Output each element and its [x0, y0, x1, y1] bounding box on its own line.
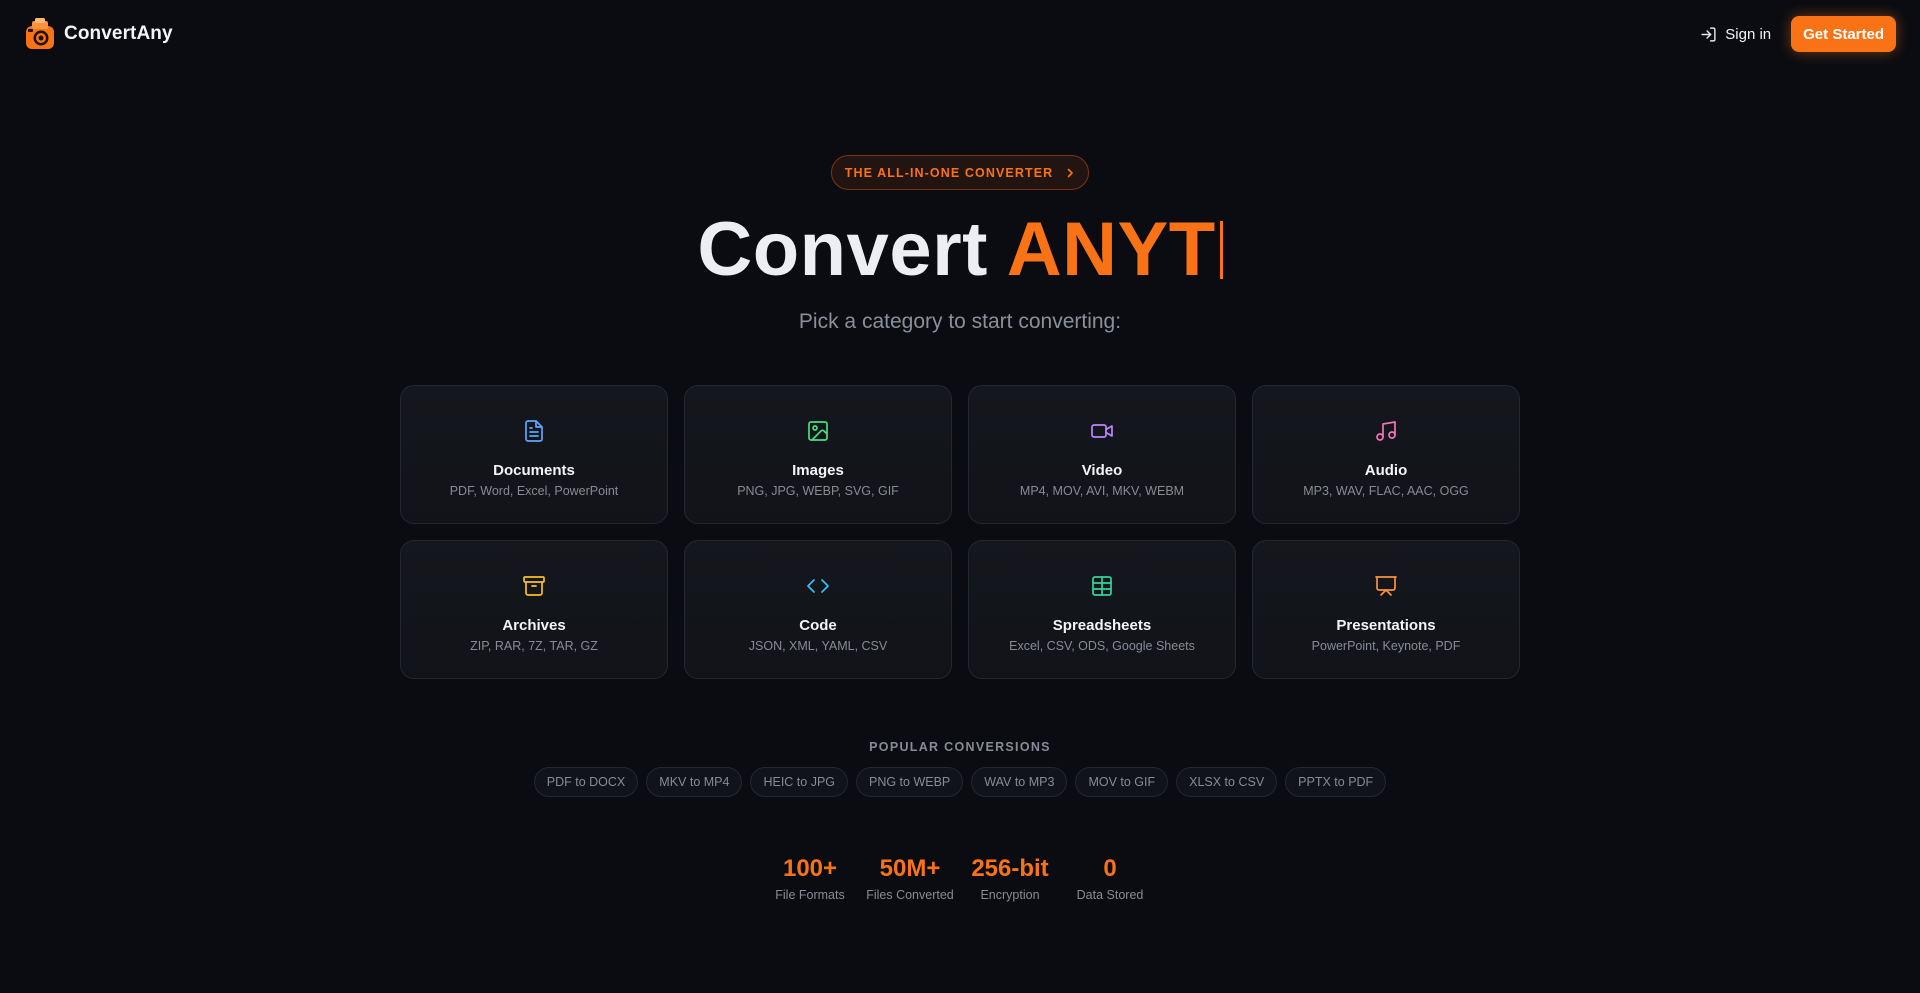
- category-card-spreadsheets[interactable]: Spreadsheets Excel, CSV, ODS, Google She…: [968, 540, 1236, 679]
- stat-file-formats: 100+ File Formats: [766, 854, 854, 902]
- stat-encryption: 256-bit Encryption: [966, 854, 1054, 902]
- stat-value: 256-bit: [971, 855, 1049, 882]
- category-desc: PNG, JPG, WEBP, SVG, GIF: [737, 484, 899, 498]
- conversion-chip[interactable]: PDF to DOCX: [533, 767, 639, 797]
- category-title: Documents: [493, 462, 575, 479]
- category-title: Presentations: [1336, 617, 1436, 634]
- stat-files-converted: 50M+ Files Converted: [866, 854, 954, 902]
- conversion-chip[interactable]: WAV to MP3: [971, 767, 1068, 797]
- conversion-chip[interactable]: PPTX to PDF: [1285, 767, 1387, 797]
- sign-in-icon: [1701, 26, 1716, 42]
- category-title: Images: [792, 462, 844, 479]
- header: ConvertAny Sign in Get Started: [0, 0, 1920, 68]
- conversion-chip[interactable]: HEIC to JPG: [750, 767, 848, 797]
- nav-actions: Sign in Get Started: [1700, 16, 1896, 52]
- conversion-chip[interactable]: MOV to GIF: [1075, 767, 1169, 797]
- conversion-chip[interactable]: PNG to WEBP: [856, 767, 964, 797]
- camera-logo-icon: [26, 18, 54, 49]
- category-card-audio[interactable]: Audio MP3, WAV, FLAC, AAC, OGG: [1252, 385, 1520, 524]
- stat-label: Data Stored: [1076, 888, 1144, 902]
- stat-value: 100+: [782, 855, 838, 882]
- category-card-code[interactable]: Code JSON, XML, YAML, CSV: [684, 540, 952, 679]
- category-desc: JSON, XML, YAML, CSV: [748, 639, 888, 653]
- hero-title: Convert ANYT: [0, 208, 1920, 292]
- category-desc: Excel, CSV, ODS, Google Sheets: [1009, 639, 1195, 653]
- conversion-chip[interactable]: MKV to MP4: [646, 767, 743, 797]
- video-icon: [1090, 419, 1114, 443]
- tagline-text: THE ALL-IN-ONE CONVERTER: [844, 165, 1054, 180]
- category-desc: PDF, Word, Excel, PowerPoint: [449, 484, 619, 498]
- category-title: Archives: [502, 617, 566, 634]
- stat-label: Files Converted: [866, 888, 954, 902]
- tagline-pill[interactable]: THE ALL-IN-ONE CONVERTER: [831, 155, 1089, 190]
- hero-subtitle: Pick a category to start converting:: [798, 310, 1122, 333]
- category-desc: MP4, MOV, AVI, MKV, WEBM: [1019, 484, 1185, 498]
- stat-label: Encryption: [980, 888, 1040, 902]
- hero-title-accent: ANYT: [1006, 207, 1216, 292]
- signin-link[interactable]: Sign in: [1700, 26, 1771, 43]
- category-desc: PowerPoint, Keynote, PDF: [1311, 639, 1461, 653]
- presentation-icon: [1374, 574, 1398, 598]
- category-card-documents[interactable]: Documents PDF, Word, Excel, PowerPoint: [400, 385, 668, 524]
- category-card-archives[interactable]: Archives ZIP, RAR, 7Z, TAR, GZ: [400, 540, 668, 679]
- brand[interactable]: ConvertAny: [24, 17, 173, 51]
- conversion-chip[interactable]: XLSX to CSV: [1176, 767, 1278, 797]
- stat-value: 0: [1103, 855, 1117, 882]
- popular-conversions-list: PDF to DOCX MKV to MP4 HEIC to JPG PNG t…: [0, 767, 1920, 797]
- category-desc: ZIP, RAR, 7Z, TAR, GZ: [470, 639, 598, 653]
- category-title: Code: [799, 617, 837, 634]
- table-icon: [1090, 574, 1114, 598]
- document-icon: [522, 419, 546, 443]
- category-title: Spreadsheets: [1052, 617, 1152, 634]
- hero-title-prefix: Convert: [697, 207, 988, 292]
- stats-row: 100+ File Formats 50M+ Files Converted 2…: [0, 854, 1920, 902]
- stat-value: 50M+: [879, 855, 941, 882]
- category-card-images[interactable]: Images PNG, JPG, WEBP, SVG, GIF: [684, 385, 952, 524]
- typing-cursor: [1219, 221, 1223, 279]
- get-started-button[interactable]: Get Started: [1791, 16, 1896, 52]
- popular-conversions-label: POPULAR CONVERSIONS: [869, 740, 1051, 754]
- code-icon: [806, 574, 830, 598]
- category-card-presentations[interactable]: Presentations PowerPoint, Keynote, PDF: [1252, 540, 1520, 679]
- music-icon: [1374, 419, 1398, 443]
- category-title: Audio: [1364, 462, 1408, 479]
- brand-name: ConvertAny: [64, 23, 173, 44]
- image-icon: [806, 419, 830, 443]
- category-desc: MP3, WAV, FLAC, AAC, OGG: [1303, 484, 1469, 498]
- stat-label: File Formats: [775, 888, 845, 902]
- stat-data-stored: 0 Data Stored: [1066, 854, 1154, 902]
- category-grid: Documents PDF, Word, Excel, PowerPoint I…: [400, 385, 1520, 679]
- page: ConvertAny Sign in Get Started THE ALL-I…: [0, 0, 1920, 993]
- category-card-video[interactable]: Video MP4, MOV, AVI, MKV, WEBM: [968, 385, 1236, 524]
- signin-label: Sign in: [1725, 25, 1772, 43]
- archive-icon: [522, 574, 546, 598]
- chevron-right-icon: [1067, 168, 1074, 177]
- category-title: Video: [1081, 462, 1123, 479]
